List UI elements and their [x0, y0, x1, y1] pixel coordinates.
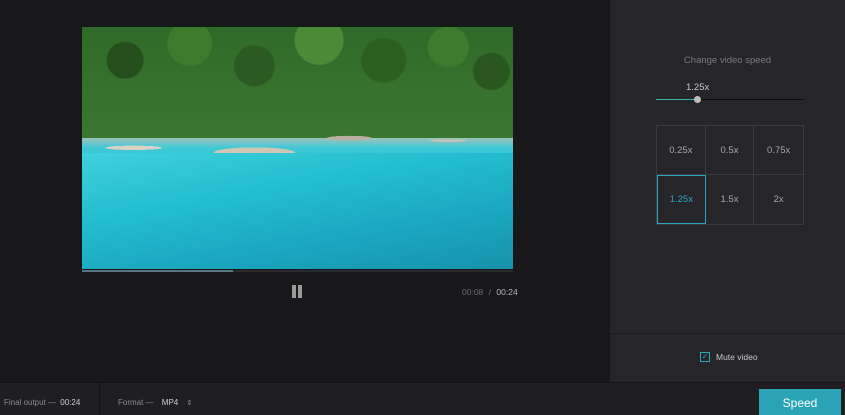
video-preview[interactable]	[82, 27, 513, 269]
pause-icon[interactable]	[290, 285, 304, 298]
total-time: 00:24	[496, 287, 518, 297]
playback-progress-bar[interactable]	[82, 270, 513, 272]
checkbox-checked-icon[interactable]: ✓	[700, 352, 710, 362]
speed-button[interactable]: Speed	[759, 389, 841, 415]
speed-option-1_5x[interactable]: 1.5x	[706, 175, 755, 224]
editor-main-area: 00:08 / 00:24	[0, 0, 610, 382]
toolbar-divider	[99, 383, 100, 415]
time-display: 00:08 / 00:24	[462, 287, 518, 297]
current-time: 00:08	[462, 287, 484, 297]
mute-video-checkbox[interactable]: ✓ Mute video	[700, 352, 758, 362]
final-output-info: Final output — 00:24	[4, 398, 80, 407]
speed-slider-value: 1.25x	[686, 82, 710, 93]
video-frame-water	[82, 152, 513, 269]
select-arrows-icon: ⇕	[186, 400, 193, 407]
speed-option-1_25x[interactable]: 1.25x	[657, 175, 706, 224]
panel-title: Change video speed	[683, 55, 772, 66]
speed-option-0_75x[interactable]: 0.75x	[754, 126, 803, 175]
format-label: Format —	[118, 398, 154, 407]
speed-options-grid: 0.25x 0.5x 0.75x 1.25x 1.5x 2x	[656, 125, 804, 225]
speed-option-0_25x[interactable]: 0.25x	[657, 126, 706, 175]
speed-slider-fill	[656, 99, 698, 100]
format-value: MP4	[161, 398, 179, 407]
speed-settings-panel: Change video speed 1.25x 0.25x 0.5x 0.75x 1…	[610, 0, 845, 382]
playback-progress-fill	[82, 270, 233, 272]
panel-divider	[610, 333, 845, 334]
speed-option-0_5x[interactable]: 0.5x	[705, 126, 755, 175]
final-output-value: 00:24	[60, 398, 81, 407]
speed-option-2x[interactable]: 2x	[754, 175, 803, 224]
time-separator: /	[488, 287, 492, 297]
speed-slider-thumb[interactable]	[694, 96, 702, 103]
format-select[interactable]: Format — MP4 ⇕	[118, 398, 192, 407]
final-output-label: Final output —	[4, 398, 57, 407]
mute-video-label: Mute video	[716, 352, 758, 362]
bottom-toolbar: Final output — 00:24 Format — MP4 ⇕ Spee…	[0, 382, 845, 415]
